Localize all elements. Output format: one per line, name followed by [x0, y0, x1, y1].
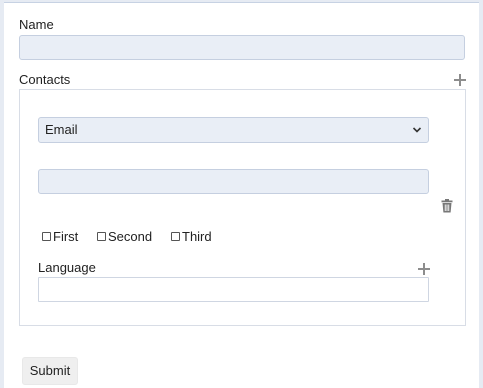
contact-type-value: Email [45, 122, 78, 137]
checkbox-first-label: First [53, 229, 79, 244]
checkbox-first[interactable] [42, 232, 51, 241]
add-language-plus-icon[interactable] [418, 263, 430, 275]
checkbox-second-label: Second [108, 229, 153, 244]
checkbox-third[interactable] [171, 232, 180, 241]
language-label: Language [38, 260, 96, 275]
checkbox-third-label: Third [182, 229, 212, 244]
contact-group: Email First Second Third Language [19, 89, 466, 326]
language-input[interactable] [38, 277, 429, 302]
submit-button[interactable]: Submit [22, 357, 78, 385]
form-panel: Name Contacts Email First Second Third L… [4, 2, 479, 388]
contacts-label: Contacts [19, 72, 71, 87]
contact-type-select[interactable]: Email [38, 117, 429, 143]
contact-value-input[interactable] [38, 169, 429, 194]
name-label: Name [19, 17, 54, 32]
checkbox-second[interactable] [97, 232, 106, 241]
add-contact-plus-icon[interactable] [454, 74, 466, 86]
chevron-down-icon [412, 127, 422, 133]
delete-contact-trash-icon[interactable] [441, 199, 453, 213]
name-input[interactable] [19, 35, 465, 60]
